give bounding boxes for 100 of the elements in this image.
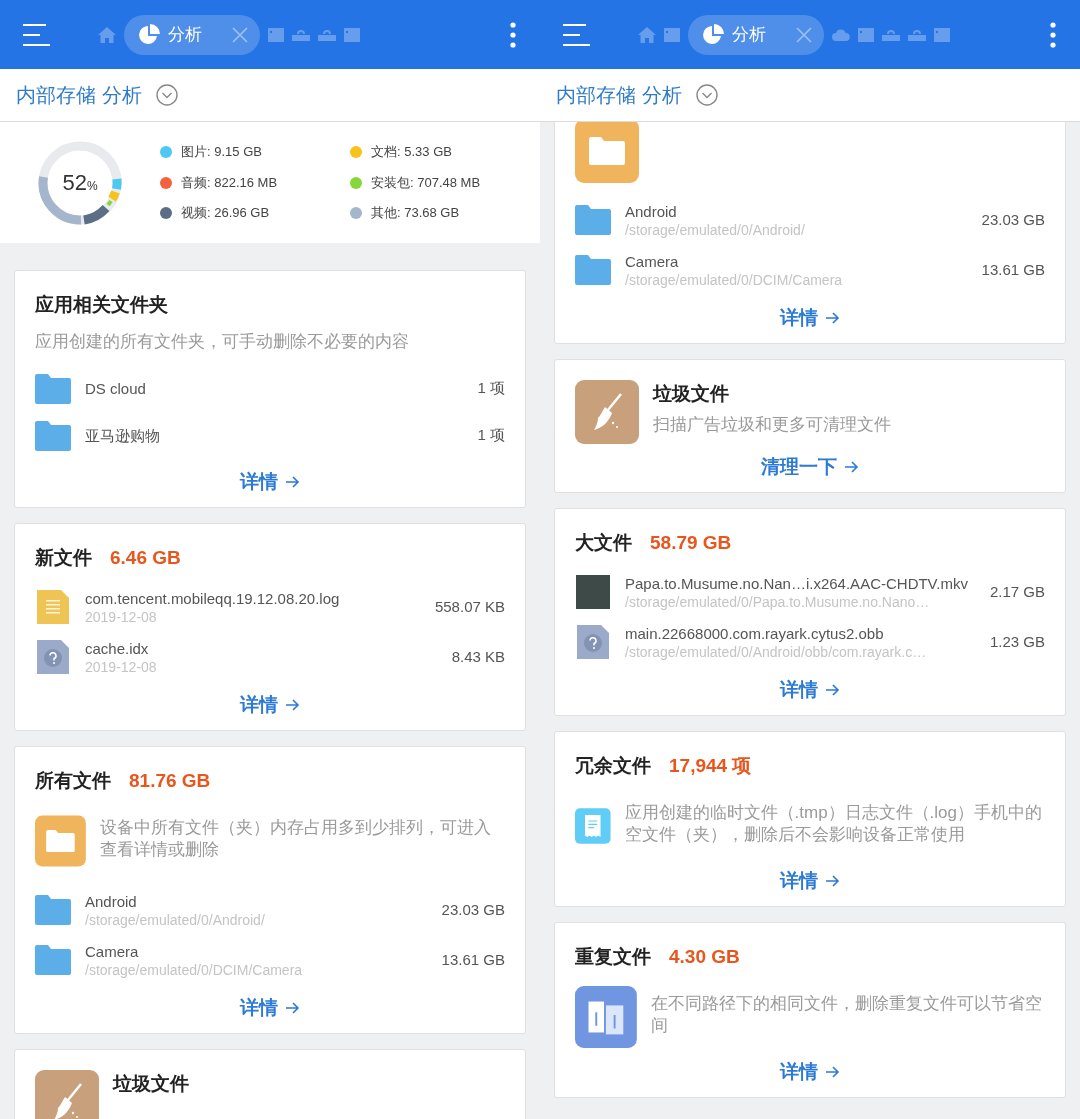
unknown-file-icon [577,625,609,659]
details-link[interactable]: 详情 [240,993,300,1023]
file-size: 1.23 GB [989,631,1045,652]
duplicate-files-icon [575,985,637,1049]
card-description: 设备中所有文件（夹）内存占用多到少排列，可进入查看详情或删除 [99,817,492,861]
card-title: 新文件 [35,546,92,570]
folder-icon [575,255,611,285]
arrow-right-icon [286,1002,300,1014]
card-title: 所有文件 [35,769,111,793]
file-name: cache.idx [85,638,150,658]
card-title: 大文件 [575,531,632,555]
file-name: main.22668000.com.rayark.cytus2.obb [625,623,885,643]
network-drive-icon[interactable] [318,28,336,41]
menu-icon[interactable] [22,23,50,46]
file-size: 13.61 GB [981,259,1045,280]
card-amount: 6.46 GB [110,546,181,570]
file-detail: 2019-12-08 [85,607,158,626]
folder-icon [35,420,71,451]
close-icon[interactable] [796,26,812,43]
details-link[interactable]: 详情 [240,690,300,720]
file-size: 23.03 GB [441,899,505,920]
file-row[interactable]: main.22668000.com.rayark.cytus2.obb /storage/emulated/0/Android/obb/com.rayark.c… 1.23 GB [575,617,1045,667]
arrow-right-icon [286,699,300,711]
text-file-icon [37,590,69,624]
folder-icon [35,895,71,925]
arrow-right-icon [826,1066,840,1078]
file-detail: /storage/emulated/0/Android/ [85,910,266,929]
arrow-right-icon [826,875,840,887]
tab-label: 分析 [732,23,766,46]
home-icon[interactable] [638,26,656,43]
card-amount: 4.30 GB [669,945,740,969]
legend-label: 音频: 822.16 MB [181,173,278,192]
network-drive-icon[interactable] [882,28,900,41]
file-row[interactable]: Camera /storage/emulated/0/DCIM/Camera 13.61 GB [575,245,1045,295]
details-link[interactable]: 详情 [780,675,840,705]
video-thumbnail-placeholder [576,575,610,609]
file-name: DS cloud [85,379,147,398]
arrow-right-icon [826,312,840,324]
chevron-down-icon[interactable] [155,84,178,106]
arrow-right-icon [845,461,859,473]
details-link[interactable]: 详情 [780,1057,840,1087]
legend-label: 其他: 73.68 GB [371,204,460,223]
location-title: 内部存储 分析 [556,83,682,108]
file-row[interactable]: Android /storage/emulated/0/Android/ 23.03 GB [575,195,1045,245]
legend-label: 图片: 9.15 GB [181,143,262,162]
sd-card-icon[interactable] [858,27,874,42]
network-drive-icon[interactable] [908,28,926,41]
details-link[interactable]: 详情 [780,866,840,896]
file-row[interactable]: com.tencent.mobileqq.19.12.08.20.log 2019-12-08 558.07 KB [35,582,505,632]
close-icon[interactable] [232,26,248,43]
file-size: 8.43 KB [451,646,505,667]
cloud-icon[interactable] [832,28,850,41]
file-detail: /storage/emulated/0/DCIM/Camera [625,270,844,289]
details-link[interactable]: 清理一下 [761,452,859,482]
legend-label: 安装包: 707.48 MB [371,173,481,192]
file-size: 2.17 GB [989,581,1045,602]
file-row[interactable]: 亚马逊购物 1 项 [35,412,505,459]
details-link[interactable]: 详情 [780,303,840,333]
file-name: Papa.to.Musume.no.Nan…i.x264.AAC-CHDTV.mkv [625,573,969,593]
network-drive-icon[interactable] [292,28,310,41]
arrow-right-icon [286,476,300,488]
location-title: 内部存储 分析 [16,83,142,108]
legend-label: 文档: 5.33 GB [371,143,452,162]
file-size: 13.61 GB [441,949,505,970]
menu-icon[interactable] [562,23,590,46]
legend-label: 视频: 26.96 GB [181,204,270,223]
details-link[interactable]: 详情 [240,467,300,497]
sd-card-icon[interactable] [664,27,680,42]
file-row[interactable]: cache.idx 2019-12-08 8.43 KB [35,632,505,682]
file-name: Android [625,201,678,221]
sd-card-icon[interactable] [934,27,950,42]
more-options-icon[interactable] [510,21,516,48]
home-icon[interactable] [98,26,116,43]
card-amount: 58.79 GB [650,531,732,555]
folder-icon [35,373,71,404]
card-amount: 81.76 GB [129,769,211,793]
file-name: Camera [85,941,140,961]
card-description: 应用创建的所有文件夹，可手动删除不必要的内容 [35,331,410,353]
sd-card-icon[interactable] [268,27,284,42]
file-detail: 2019-12-08 [85,657,158,676]
usage-percent: 52% [62,171,98,194]
card-title: 应用相关文件夹 [35,293,168,317]
card-title: 垃圾文件 [653,382,729,406]
pie-chart-icon [138,23,160,46]
file-row[interactable]: Camera /storage/emulated/0/DCIM/Camera 13.61 GB [35,935,505,985]
file-row[interactable]: DS cloud 1 项 [35,365,505,412]
folder-icon [35,945,71,975]
chevron-down-icon[interactable] [695,84,718,106]
file-name: Android [85,891,138,911]
more-options-icon[interactable] [1050,21,1056,48]
card-description: 应用创建的临时文件（.tmp）日志文件（.log）手机中的空文件（夹），删除后不会影响设备正常使用 [624,802,1043,846]
sd-card-icon[interactable] [344,27,360,42]
file-name: com.tencent.mobileqq.19.12.08.20.log [85,588,341,608]
file-detail: /storage/emulated/0/Android/ [625,220,806,239]
arrow-right-icon [826,684,840,696]
file-row[interactable]: Android /storage/emulated/0/Android/ 23.03 GB [35,885,505,935]
file-detail: /storage/emulated/0/Papa.to.Musume.no.Nano… [625,592,931,611]
pie-chart-icon [702,23,724,46]
file-name: 亚马逊购物 [85,426,161,445]
file-row[interactable]: Papa.to.Musume.no.Nan…i.x264.AAC-CHDTV.mkv /storage/emulated/0/Papa.to.Musume.no.Nano… 2.17 GB [575,567,1045,617]
